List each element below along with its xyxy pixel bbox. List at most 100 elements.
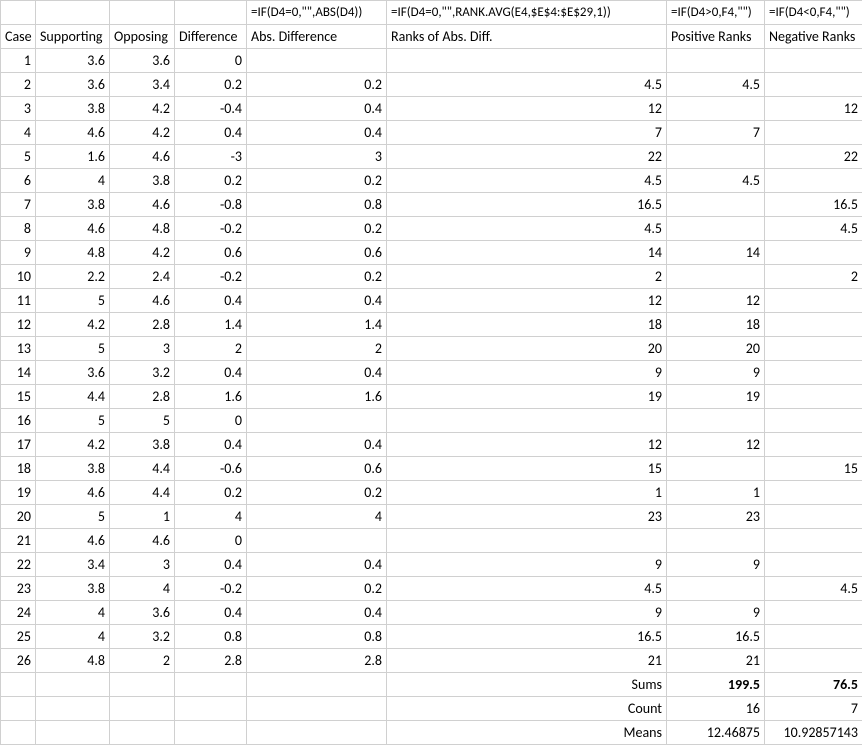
cell-opp[interactable]: 3.6 [110, 49, 175, 73]
cell-opp[interactable]: 3.8 [110, 433, 175, 457]
cell-diff[interactable]: -0.4 [175, 97, 247, 121]
cell-case[interactable]: 7 [1, 193, 36, 217]
cell-abs[interactable]: 0.4 [247, 361, 387, 385]
cell-abs[interactable] [247, 529, 387, 553]
cell-diff[interactable]: -0.2 [175, 265, 247, 289]
cell-diff[interactable]: 0 [175, 409, 247, 433]
cell-rank[interactable]: 12 [387, 97, 667, 121]
cell-sup[interactable]: 4.2 [36, 313, 110, 337]
cell-sup[interactable]: 2.2 [36, 265, 110, 289]
cell-neg[interactable]: 16.5 [765, 193, 862, 217]
cell-sup[interactable]: 4.6 [36, 121, 110, 145]
cell-pos[interactable] [667, 409, 765, 433]
cell-neg[interactable] [765, 649, 862, 673]
cell-pos[interactable]: 18 [667, 313, 765, 337]
cell-sup[interactable]: 3.8 [36, 97, 110, 121]
cell-opp[interactable]: 4.6 [110, 145, 175, 169]
cell-case[interactable]: 8 [1, 217, 36, 241]
table-row[interactable]: 23.63.40.20.24.54.5 [1, 73, 862, 97]
cell-opp[interactable]: 4 [110, 577, 175, 601]
cell-abs[interactable]: 1.6 [247, 385, 387, 409]
cell-rank[interactable]: 22 [387, 145, 667, 169]
cell-rank[interactable]: 4.5 [387, 169, 667, 193]
cell-rank[interactable]: 12 [387, 433, 667, 457]
cell-case[interactable]: 5 [1, 145, 36, 169]
cell-rank[interactable]: 9 [387, 601, 667, 625]
cell-diff[interactable]: 0.4 [175, 433, 247, 457]
cell-diff[interactable]: -0.8 [175, 193, 247, 217]
cell-diff[interactable]: 0.4 [175, 121, 247, 145]
cell-neg[interactable] [765, 481, 862, 505]
cell-neg[interactable] [765, 529, 862, 553]
cell-abs[interactable]: 0.8 [247, 625, 387, 649]
cell-case[interactable]: 19 [1, 481, 36, 505]
cell-abs[interactable]: 0.4 [247, 553, 387, 577]
table-row[interactable]: 214.64.60 [1, 529, 862, 553]
cell-case[interactable]: 16 [1, 409, 36, 433]
cell-case[interactable]: 3 [1, 97, 36, 121]
table-row[interactable]: 16550 [1, 409, 862, 433]
cell-pos[interactable] [667, 217, 765, 241]
cell-abs[interactable]: 4 [247, 505, 387, 529]
cell-sup[interactable]: 3.8 [36, 193, 110, 217]
cell-abs[interactable]: 0.2 [247, 169, 387, 193]
cell-opp[interactable]: 3.6 [110, 601, 175, 625]
cell-diff[interactable]: 0.2 [175, 169, 247, 193]
cell-neg[interactable]: 4.5 [765, 577, 862, 601]
cell-pos[interactable] [667, 457, 765, 481]
cell-rank[interactable]: 9 [387, 553, 667, 577]
cell-sup[interactable]: 3.6 [36, 49, 110, 73]
cell-rank[interactable] [387, 409, 667, 433]
cell-case[interactable]: 11 [1, 289, 36, 313]
table-row[interactable]: 643.80.20.24.54.5 [1, 169, 862, 193]
table-row[interactable]: 2543.20.80.816.516.5 [1, 625, 862, 649]
cell-case[interactable]: 1 [1, 49, 36, 73]
cell-abs[interactable] [247, 409, 387, 433]
cell-sup[interactable]: 3.4 [36, 553, 110, 577]
cell-abs[interactable]: 0.2 [247, 217, 387, 241]
cell-rank[interactable]: 16.5 [387, 193, 667, 217]
cell-neg[interactable] [765, 433, 862, 457]
table-row[interactable]: 94.84.20.60.61414 [1, 241, 862, 265]
cell-abs[interactable]: 0.8 [247, 193, 387, 217]
cell-pos[interactable]: 1 [667, 481, 765, 505]
cell-neg[interactable] [765, 361, 862, 385]
cell-diff[interactable]: 4 [175, 505, 247, 529]
cell-sup[interactable]: 3.6 [36, 361, 110, 385]
cell-pos[interactable]: 9 [667, 601, 765, 625]
cell-case[interactable]: 20 [1, 505, 36, 529]
cell-abs[interactable]: 2.8 [247, 649, 387, 673]
cell-rank[interactable] [387, 529, 667, 553]
cell-rank[interactable]: 19 [387, 385, 667, 409]
cell-sup[interactable]: 5 [36, 337, 110, 361]
cell-diff[interactable]: 0.4 [175, 289, 247, 313]
cell-opp[interactable]: 4.4 [110, 457, 175, 481]
cell-case[interactable]: 15 [1, 385, 36, 409]
cell-rank[interactable]: 2 [387, 265, 667, 289]
cell-rank[interactable]: 1 [387, 481, 667, 505]
cell-opp[interactable]: 4.2 [110, 241, 175, 265]
cell-abs[interactable]: 0.2 [247, 73, 387, 97]
cell-diff[interactable]: -0.2 [175, 217, 247, 241]
cell-diff[interactable]: 1.4 [175, 313, 247, 337]
cell-diff[interactable]: 0 [175, 49, 247, 73]
cell-diff[interactable]: 0.4 [175, 601, 247, 625]
table-row[interactable]: 84.64.8-0.20.24.54.5 [1, 217, 862, 241]
cell-case[interactable]: 9 [1, 241, 36, 265]
table-row[interactable]: 1154.60.40.41212 [1, 289, 862, 313]
cell-opp[interactable]: 4.4 [110, 481, 175, 505]
cell-rank[interactable]: 4.5 [387, 217, 667, 241]
cell-neg[interactable]: 12 [765, 97, 862, 121]
cell-sup[interactable]: 4.2 [36, 433, 110, 457]
cell-neg[interactable] [765, 289, 862, 313]
cell-sup[interactable]: 4 [36, 169, 110, 193]
cell-rank[interactable]: 12 [387, 289, 667, 313]
cell-case[interactable]: 6 [1, 169, 36, 193]
table-row[interactable]: 2443.60.40.499 [1, 601, 862, 625]
table-row[interactable]: 2051442323 [1, 505, 862, 529]
cell-pos[interactable]: 4.5 [667, 169, 765, 193]
table-row[interactable]: 264.822.82.82121 [1, 649, 862, 673]
cell-sup[interactable]: 4.6 [36, 481, 110, 505]
cell-rank[interactable]: 16.5 [387, 625, 667, 649]
table-row[interactable]: 154.42.81.61.61919 [1, 385, 862, 409]
